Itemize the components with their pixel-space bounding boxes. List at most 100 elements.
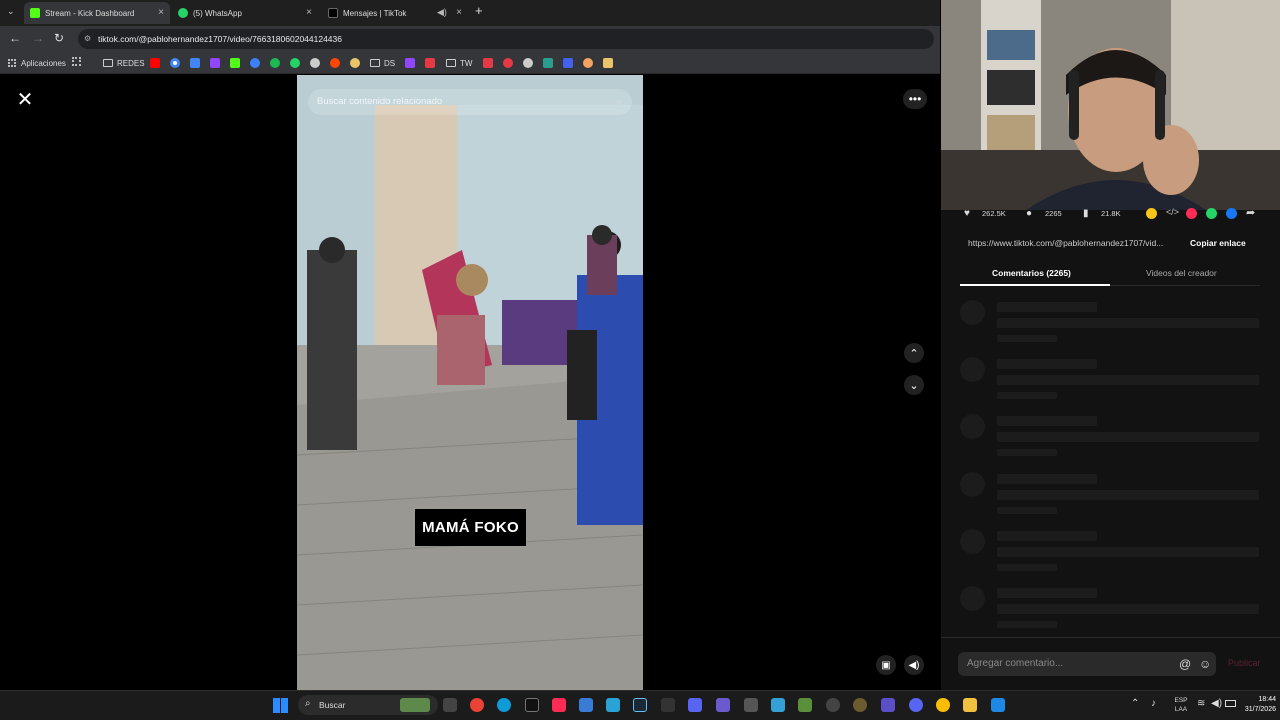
app-icon[interactable] — [826, 698, 840, 712]
related-search-input[interactable]: Buscar contenido relacionado ⌕ — [308, 89, 632, 115]
bookmark-icon[interactable] — [350, 58, 360, 68]
whatsapp-share-icon[interactable] — [1206, 208, 1217, 219]
skeleton-avatar — [960, 472, 985, 497]
notepad-icon[interactable] — [771, 698, 785, 712]
discord-icon[interactable] — [909, 698, 923, 712]
skeleton-line — [997, 547, 1259, 557]
embed-icon[interactable]: </> — [1166, 207, 1179, 217]
app-icon[interactable] — [503, 58, 513, 68]
new-tab-button[interactable]: + — [475, 3, 483, 18]
google-icon[interactable] — [170, 58, 180, 68]
whatsapp-icon[interactable] — [290, 58, 300, 68]
chrome-icon[interactable] — [470, 698, 484, 712]
apps-shortcut[interactable]: Aplicaciones — [8, 57, 66, 69]
previous-video-icon[interactable]: ⌃ — [904, 343, 924, 363]
comment-icon[interactable]: ● — [1026, 208, 1032, 219]
github-icon[interactable] — [310, 58, 320, 68]
emoji-icon[interactable]: ☺ — [1199, 652, 1211, 676]
app-icon[interactable] — [425, 58, 435, 68]
url-bar[interactable]: ⚙ tiktok.com/@pablohernandez1707/video/7… — [78, 29, 934, 49]
skeleton-line — [997, 621, 1057, 628]
taskbar-search[interactable]: ⌕ Buscar — [298, 695, 438, 715]
app-icon[interactable] — [661, 698, 675, 712]
app-icon[interactable] — [688, 698, 702, 712]
spotify-icon[interactable] — [270, 58, 280, 68]
tab-tiktok-messages[interactable]: Mensajes | TikTok ◀) × — [322, 2, 468, 24]
app-icon[interactable] — [603, 58, 613, 68]
reload-icon[interactable]: ↻ — [54, 31, 64, 45]
close-icon[interactable]: × — [306, 7, 312, 18]
kick-icon[interactable] — [230, 58, 240, 68]
saves-count: 21.8K — [1101, 209, 1121, 218]
back-icon[interactable]: ← — [9, 31, 21, 45]
tab-creator-videos[interactable]: Videos del creador — [1146, 268, 1217, 278]
file-explorer-icon[interactable] — [963, 698, 977, 712]
reddit-icon[interactable] — [330, 58, 340, 68]
apps-grid-icon[interactable] — [72, 57, 81, 66]
add-comment-input[interactable]: Agregar comentario... @ ☺ — [958, 652, 1216, 676]
bookmark-icon[interactable]: ▮ — [1083, 208, 1089, 219]
direct-message-icon[interactable] — [1186, 208, 1197, 219]
minecraft-icon[interactable] — [798, 698, 812, 712]
start-menu-icon[interactable] — [273, 698, 288, 713]
close-video-button[interactable]: ✕ — [14, 90, 36, 112]
more-options-icon[interactable]: ••• — [903, 89, 927, 109]
copy-link-button[interactable]: Copiar enlace — [1190, 238, 1246, 248]
streamlabs-icon[interactable] — [250, 58, 260, 68]
app-icon[interactable] — [523, 58, 533, 68]
bookmark-folder-tw[interactable]: TW — [446, 57, 472, 69]
emoji-share-icon[interactable] — [1146, 208, 1157, 219]
video-frame[interactable] — [297, 75, 643, 690]
tab-title: (5) WhatsApp — [193, 8, 242, 18]
bookmark-folder-ds[interactable]: DS — [370, 57, 395, 69]
tab-whatsapp[interactable]: (5) WhatsApp × — [172, 2, 318, 24]
search-icon[interactable]: ⌕ — [616, 89, 622, 115]
app-icon[interactable] — [405, 58, 415, 68]
app-icon[interactable] — [483, 58, 493, 68]
app-icon[interactable] — [583, 58, 593, 68]
app-icon[interactable] — [563, 58, 573, 68]
clock[interactable]: 18:44 31/7/2026 — [1240, 695, 1276, 715]
site-settings-icon[interactable]: ⚙ — [84, 29, 91, 49]
app-icon[interactable] — [606, 698, 620, 712]
edge-icon[interactable] — [497, 698, 511, 712]
microphone-icon[interactable]: ♪ — [1151, 698, 1156, 709]
calculator-icon[interactable] — [744, 698, 758, 712]
app-icon[interactable] — [853, 698, 867, 712]
app-icon[interactable] — [716, 698, 730, 712]
mini-player-icon[interactable]: ▣ — [876, 655, 896, 675]
mention-icon[interactable]: @ — [1179, 652, 1191, 676]
like-icon[interactable]: ♥ — [964, 208, 970, 219]
tiktok-icon[interactable] — [552, 698, 566, 712]
app-icon[interactable] — [991, 698, 1005, 712]
app-icon[interactable] — [881, 698, 895, 712]
speaker-icon[interactable]: ◀) — [437, 7, 447, 18]
tray-chevron-icon[interactable]: ⌃ — [1131, 698, 1139, 709]
tab-comments[interactable]: Comentarios (2265) — [992, 268, 1071, 278]
bookmark-folder-redes[interactable]: REDES — [103, 57, 145, 69]
app-icon[interactable] — [543, 58, 553, 68]
facebook-share-icon[interactable] — [1226, 208, 1237, 219]
youtube-icon[interactable] — [150, 58, 160, 68]
tab-kick-dashboard[interactable]: Stream - Kick Dashboard × — [24, 2, 170, 24]
close-icon[interactable]: × — [158, 7, 164, 18]
steam-icon[interactable] — [633, 698, 647, 712]
twitch-icon[interactable] — [210, 58, 220, 68]
wifi-icon[interactable]: ≋ — [1197, 698, 1205, 709]
forward-icon[interactable]: → — [32, 31, 44, 45]
share-arrow-icon[interactable]: ➦ — [1246, 206, 1255, 219]
volume-icon[interactable]: ◀) — [904, 655, 924, 675]
capcut-icon[interactable] — [525, 698, 539, 712]
language-indicator[interactable]: ESP LAA — [1171, 696, 1191, 714]
translate-icon[interactable] — [190, 58, 200, 68]
tab-search-chevron-icon[interactable]: ⌄ — [7, 6, 15, 17]
volume-icon[interactable]: ◀) — [1211, 698, 1222, 709]
chrome-active-icon[interactable] — [936, 698, 950, 712]
app-icon[interactable] — [579, 698, 593, 712]
battery-icon[interactable] — [1225, 700, 1236, 707]
close-icon[interactable]: × — [456, 7, 462, 18]
search-highlight-icon — [400, 698, 430, 712]
task-view-icon[interactable] — [443, 698, 457, 712]
next-video-icon[interactable]: ⌄ — [904, 375, 924, 395]
publish-button[interactable]: Publicar — [1228, 658, 1261, 668]
